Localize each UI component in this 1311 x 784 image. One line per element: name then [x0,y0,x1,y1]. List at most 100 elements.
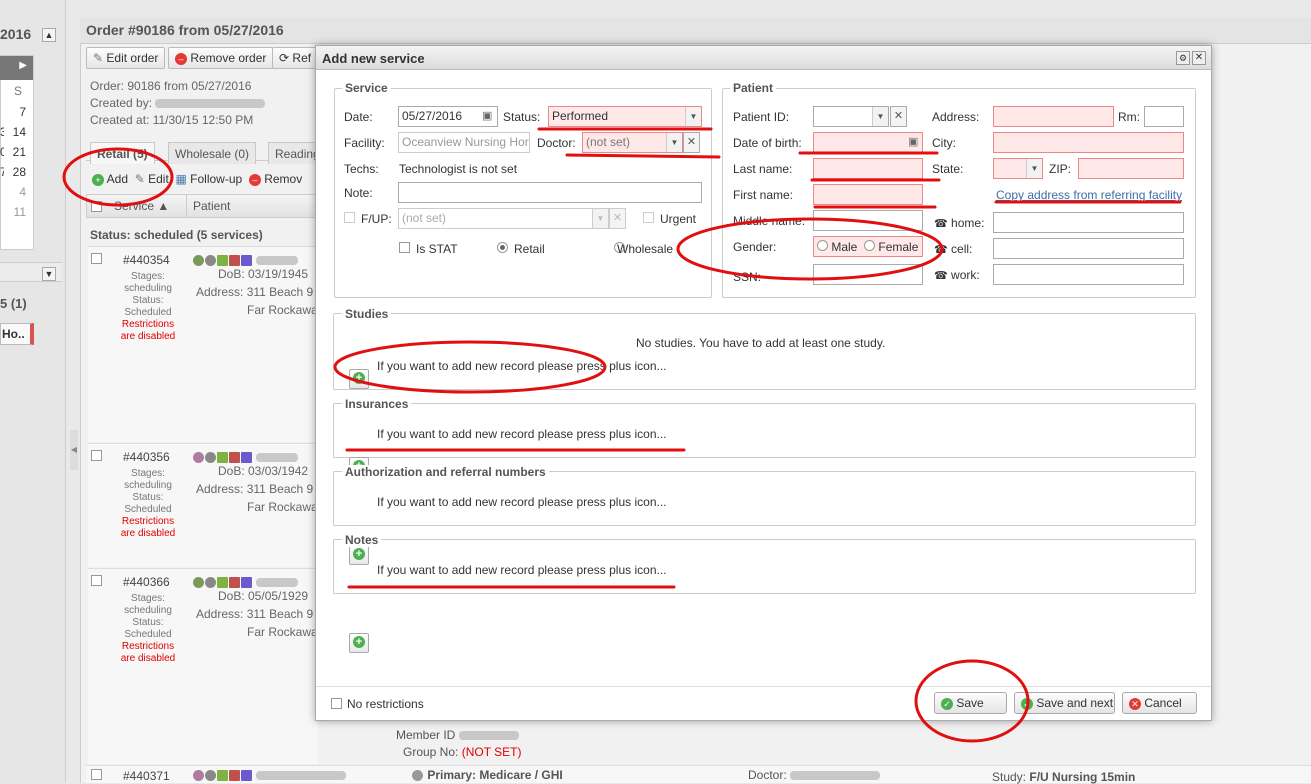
splitter-handle[interactable]: ◀ [70,430,78,470]
chevron-down-icon[interactable]: ▼ [666,133,682,152]
tab-reading[interactable]: Reading [268,142,318,164]
select-all-checkbox[interactable] [91,201,102,212]
male-radio[interactable] [817,240,828,251]
state-label: State: [932,162,964,176]
remove-order-button[interactable]: – Remove order [168,47,274,69]
note-label: Note: [344,186,373,200]
calendar-icon[interactable]: ▣ [482,109,492,122]
calendar-next-icon[interactable]: ▶ [0,56,33,80]
urgent-checkbox[interactable] [643,212,654,223]
techs-value[interactable]: Technologist is not set [399,162,517,176]
row-checkbox[interactable] [91,575,102,586]
save-and-next-button[interactable]: ✓ Save and next [1014,692,1115,714]
followup-button[interactable]: ▦ Follow-up [175,172,242,186]
cal-day[interactable]: 4 [12,182,26,202]
female-label: Female [878,240,919,254]
tab-wholesale[interactable]: Wholesale (0) [168,142,257,164]
close-icon[interactable]: ✕ [1192,51,1206,65]
first-name-input[interactable] [813,184,923,205]
cal-day[interactable]: 28 [12,162,26,182]
home-phone-input[interactable] [993,212,1184,233]
left-section-title: 5 (1) [0,296,27,311]
clear-patient-button[interactable]: ✕ [890,106,907,127]
clear-fup-button[interactable]: ✕ [609,208,626,229]
phone-icon: ☎ [934,218,948,230]
fup-select[interactable]: (not set) ▼ [398,208,609,229]
female-radio[interactable] [864,240,876,251]
edit-service-button[interactable]: ✎ Edit [135,172,169,186]
cal-day[interactable]: 7 [12,102,26,122]
service-number[interactable]: #440354 [123,253,170,267]
work-phone-input[interactable] [993,264,1184,285]
last-name-input[interactable] [813,158,923,179]
state-select[interactable]: ▼ [993,158,1043,179]
cell-phone-input[interactable] [993,238,1184,259]
note-input[interactable] [398,182,702,203]
chevron-down-icon[interactable]: ▼ [592,209,608,228]
edit-order-button[interactable]: ✎ Edit order [86,47,166,69]
calendar-icon[interactable]: ▣ [908,135,918,148]
ssn-input[interactable] [813,264,923,285]
table-row[interactable]: #440354 Stages: scheduling Status: Sched… [88,246,318,442]
hospital-icon [217,577,228,589]
add-note-button[interactable] [349,633,369,653]
facility-input[interactable]: Oceanview Nursing Hor [398,132,530,153]
rm-input[interactable] [1144,106,1184,127]
fup-checkbox[interactable] [344,212,355,223]
tab-retail[interactable]: Retail (5) [90,142,155,164]
row-icons [193,575,299,589]
row-checkbox[interactable] [91,450,102,461]
copy-address-link[interactable]: Copy address from referring facility [996,188,1182,202]
service-number[interactable]: #440356 [123,450,170,464]
address-input[interactable] [993,106,1114,127]
doctor-select[interactable]: (not set) ▼ [582,132,683,153]
clear-doctor-button[interactable]: ✕ [683,132,700,153]
insurance-icon [412,770,423,782]
table-row[interactable]: #440356 Stages: scheduling Status: Sched… [88,443,318,567]
zip-input[interactable] [1078,158,1184,179]
created-by-label: Created by: [90,96,153,110]
retail-radio[interactable] [497,242,508,253]
add-study-button[interactable] [349,369,369,389]
city-label: City: [932,136,956,150]
cal-day[interactable]: 11 [12,202,26,222]
settings-icon[interactable]: ⚙ [1176,51,1190,65]
save-button[interactable]: ✓ Save [934,692,1007,714]
collapse-down-icon[interactable]: ▼ [42,267,56,281]
alert-icon [229,255,240,267]
row-checkbox[interactable] [91,253,102,264]
middle-name-input[interactable] [813,210,923,231]
remove-icon: – [175,52,187,65]
patient-address: Address: 311 Beach 9 [196,285,314,299]
save-and-next-label: Save and next [1036,696,1114,710]
row-checkbox[interactable] [91,769,102,780]
chevron-down-icon[interactable]: ▼ [685,107,701,126]
chevron-down-icon[interactable]: ▼ [1026,159,1042,178]
is-stat-checkbox[interactable] [399,242,410,253]
refresh-button[interactable]: ⟳ Ref [272,47,318,69]
order-info-line: Order: 90186 from 05/27/2016 [90,79,252,93]
cancel-button[interactable]: ✕ Cancel [1122,692,1197,714]
doctor-label: Doctor: [748,768,787,782]
service-number[interactable]: #440366 [123,575,170,589]
column-patient[interactable]: Patient [193,199,230,213]
collapse-up-icon[interactable]: ▲ [42,28,56,42]
remove-service-button[interactable]: – Remov [248,172,302,186]
service-number[interactable]: #440371 [123,769,170,783]
patient-id-select[interactable]: ▼ [813,106,889,127]
no-restrictions-checkbox[interactable] [331,698,342,709]
table-row[interactable]: #440366 Stages: scheduling Status: Sched… [88,568,318,764]
cal-day[interactable]: 21 [12,142,26,162]
chevron-down-icon[interactable]: ▼ [872,107,888,126]
city-input[interactable] [993,132,1184,153]
cal-day[interactable]: 7 [0,162,4,182]
column-service[interactable]: Service ▲ [114,199,169,213]
patient-address: Address: 311 Beach 9 [196,607,314,621]
cal-day[interactable]: 3 [0,122,4,142]
cal-day[interactable]: 14 [12,122,26,142]
dob-input[interactable] [813,132,923,153]
status-select[interactable]: Performed ▼ [548,106,702,127]
add-service-button[interactable]: + Add [92,172,128,186]
left-item[interactable]: Ho.. [0,323,34,345]
cal-day[interactable]: 0 [0,142,4,162]
